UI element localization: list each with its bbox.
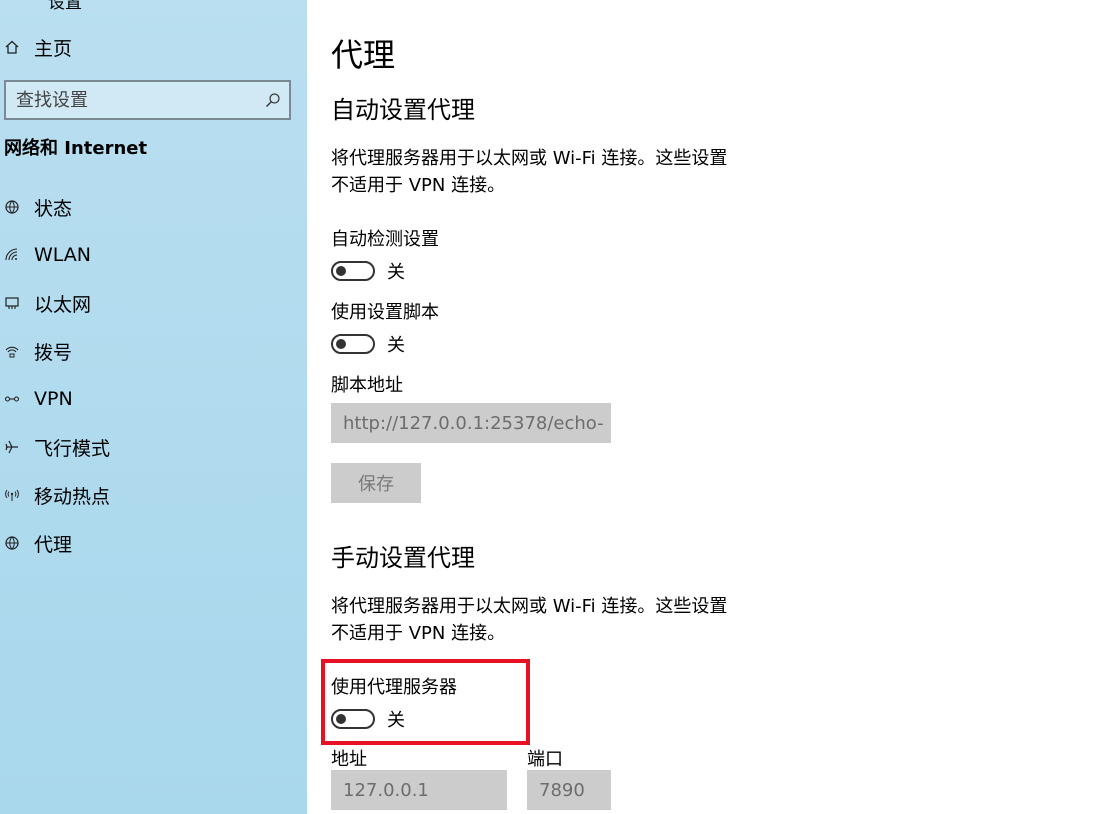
airplane-icon (0, 435, 24, 459)
home-icon (0, 35, 24, 59)
sidebar-item-label: 以太网 (34, 293, 92, 316)
proxy-port-label: 端口 (527, 749, 563, 770)
sidebar-item-wlan[interactable]: WLAN (0, 231, 300, 279)
description-line: 不适用于 VPN 连接。 (331, 175, 506, 196)
setup-script-toggle-row[interactable]: 关 (331, 331, 405, 357)
search-box[interactable] (4, 80, 291, 120)
sidebar-item-vpn[interactable]: VPN (0, 375, 300, 423)
sidebar-item-ethernet[interactable]: 以太网 (0, 279, 300, 327)
nav-list: 状态 WLAN 以太网 拨号 VPN 飞行模式 移动热点 代理 (0, 183, 300, 567)
sidebar-item-proxy[interactable]: 代理 (0, 519, 300, 567)
sidebar-item-label: VPN (34, 388, 73, 410)
sidebar-item-status[interactable]: 状态 (0, 183, 300, 231)
vpn-icon (0, 387, 24, 411)
hotspot-icon (0, 483, 24, 507)
globe-status-icon (0, 195, 24, 219)
sidebar-item-label: 主页 (34, 37, 73, 60)
toggle-knob (336, 339, 346, 349)
auto-detect-state: 关 (387, 262, 405, 283)
auto-detect-label: 自动检测设置 (331, 229, 439, 250)
auto-detect-toggle[interactable] (331, 261, 375, 281)
sidebar-item-dialup[interactable]: 拨号 (0, 327, 300, 375)
toggle-knob (336, 266, 346, 276)
setup-script-label: 使用设置脚本 (331, 302, 439, 323)
sidebar-item-label: 飞行模式 (34, 437, 111, 460)
ethernet-icon (0, 291, 24, 315)
toggle-knob (336, 714, 346, 724)
sidebar-item-hotspot[interactable]: 移动热点 (0, 471, 300, 519)
setup-script-toggle[interactable] (331, 334, 375, 354)
use-proxy-state: 关 (387, 710, 405, 731)
description-line: 不适用于 VPN 连接。 (331, 623, 506, 644)
save-button[interactable]: 保存 (331, 463, 421, 503)
wifi-icon (0, 243, 24, 267)
sidebar-item-label: 拨号 (34, 341, 73, 364)
sidebar-item-label: 移动热点 (34, 485, 111, 508)
app-title: 设置 (48, 0, 82, 13)
script-address-input[interactable] (331, 403, 611, 443)
section-title: 网络和 Internet (4, 138, 148, 159)
sidebar-item-label: WLAN (34, 244, 92, 266)
search-icon[interactable] (261, 88, 285, 112)
auto-proxy-description: 将代理服务器用于以太网或 Wi-Fi 连接。这些设置 不适用于 VPN 连接。 (331, 145, 801, 199)
description-line: 将代理服务器用于以太网或 Wi-Fi 连接。这些设置 (331, 148, 728, 169)
use-proxy-toggle-row[interactable]: 关 (331, 706, 405, 732)
proxy-address-label: 地址 (331, 749, 367, 770)
manual-proxy-description: 将代理服务器用于以太网或 Wi-Fi 连接。这些设置 不适用于 VPN 连接。 (331, 593, 801, 647)
main-content: 代理 自动设置代理 将代理服务器用于以太网或 Wi-Fi 连接。这些设置 不适用… (331, 0, 1091, 814)
script-address-label: 脚本地址 (331, 375, 403, 396)
sidebar-item-airplane[interactable]: 飞行模式 (0, 423, 300, 471)
sidebar: 设置 主页 网络和 Internet 状态 WLAN (0, 0, 307, 814)
use-proxy-toggle[interactable] (331, 709, 375, 729)
manual-proxy-heading: 手动设置代理 (331, 544, 475, 572)
auto-proxy-heading: 自动设置代理 (331, 96, 475, 124)
proxy-address-input[interactable] (331, 770, 507, 810)
page-title: 代理 (331, 36, 396, 74)
setup-script-state: 关 (387, 335, 405, 356)
auto-detect-toggle-row[interactable]: 关 (331, 258, 405, 284)
description-line: 将代理服务器用于以太网或 Wi-Fi 连接。这些设置 (331, 596, 728, 617)
globe-icon (0, 531, 24, 555)
proxy-port-input[interactable] (527, 770, 611, 810)
search-input[interactable] (6, 89, 261, 111)
dialup-icon (0, 339, 24, 363)
sidebar-item-label: 状态 (34, 197, 73, 220)
sidebar-item-home[interactable]: 主页 (0, 30, 300, 64)
sidebar-item-label: 代理 (34, 533, 73, 556)
use-proxy-label: 使用代理服务器 (331, 677, 457, 698)
